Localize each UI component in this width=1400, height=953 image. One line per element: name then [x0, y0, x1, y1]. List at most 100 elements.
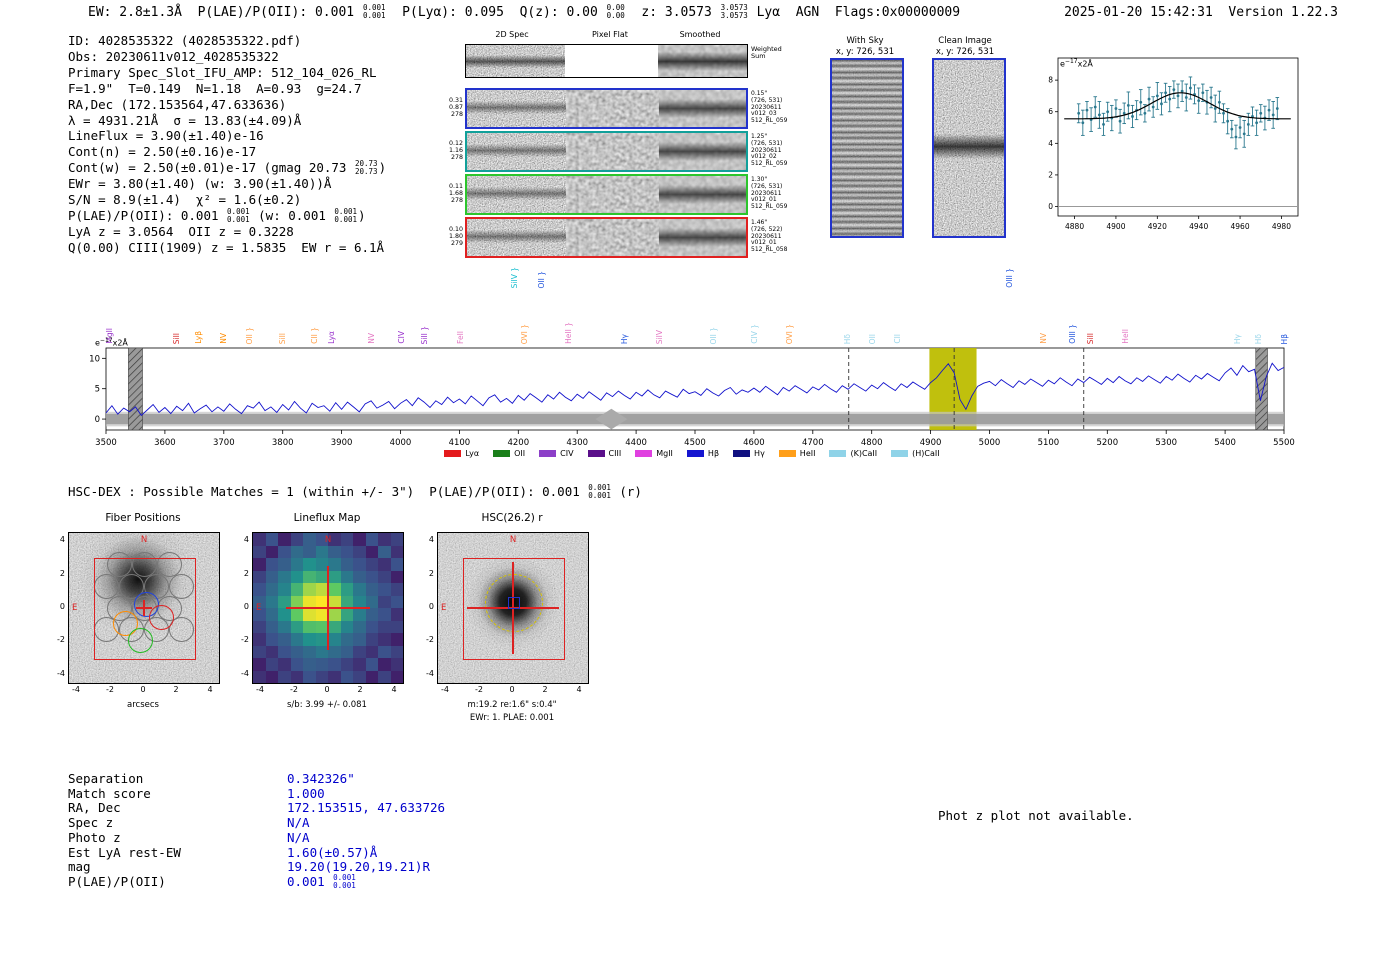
legend-swatch: [686, 450, 704, 457]
heat-cell: [390, 583, 403, 596]
heat-cell: [340, 670, 354, 683]
x-tick-label: 5500: [1273, 438, 1295, 448]
row-smoothed: [659, 90, 746, 127]
map-x-tick-label: 0: [509, 685, 515, 694]
photz-note: Phot z plot not available.: [938, 808, 1134, 823]
data-point: [1172, 88, 1176, 91]
text-token: z: 3.0573: [625, 5, 720, 21]
emission-line-label: SiIV: [655, 329, 664, 344]
heat-cell: [315, 658, 329, 671]
map-y-tick-label: 2: [59, 569, 65, 578]
line-zoom-plot: 0 2 4 6 8 4880 4900 4920 4940 4960 4980: [1048, 57, 1299, 231]
info-line: F=1.9" T=0.149 N=1.18 A=0.93 g=24.7: [68, 81, 386, 97]
heat-cell: [328, 658, 341, 671]
legend-swatch: [444, 450, 462, 457]
noise-rect: [566, 133, 659, 170]
heat-cell: [265, 620, 279, 634]
heat-cell: [390, 620, 403, 634]
map-x-tick-label: 2: [542, 685, 548, 694]
heat-cell: [365, 545, 379, 559]
y-tick-label: 5: [95, 385, 100, 395]
heat-cell: [365, 583, 379, 596]
heat-cell: [278, 558, 291, 571]
heat-cell: [303, 633, 316, 646]
fiber-positions-map: N E -4 -4 -2 -2 0 0 2 2 4 4 arcsecs: [50, 524, 236, 724]
row-2d-spec: [467, 90, 566, 127]
data-point: [1217, 100, 1221, 104]
data-point: [1226, 119, 1230, 123]
legend-item: HeII: [778, 449, 815, 458]
match-row-label: Est LyA rest-EW: [68, 844, 181, 860]
elixer-report: EW: 2.8±1.3Å P(LAE)/P(OII): 0.001 0.001 0…: [0, 0, 1400, 953]
heat-cell: [353, 620, 366, 634]
emission-line-label: HeII }: [564, 322, 573, 344]
with-sky-panel: [830, 58, 904, 238]
x-tick-label: 4940: [1189, 222, 1208, 231]
data-point: [1151, 105, 1155, 109]
data-point: [1097, 113, 1101, 117]
heat-cell: [378, 595, 391, 609]
heat-cell: [265, 670, 279, 683]
heat-cell: [278, 620, 291, 634]
heat-cell: [365, 620, 379, 634]
emission-line-label: SiII: [278, 332, 287, 344]
map-y-tick-label: -4: [57, 669, 65, 678]
x-tick-label: 4500: [684, 438, 706, 448]
x-tick-label: 5200: [1096, 438, 1118, 448]
heat-cell: [253, 558, 266, 571]
data-point: [1118, 119, 1122, 123]
lineflux-map: N E -4 -4 -2 -2 0 0 2 2 4 4 s/b: 3.99 +/- 0.081: [234, 524, 420, 724]
row-smoothed: [659, 219, 746, 256]
heat-cell: [253, 583, 266, 596]
heat-cell: [353, 658, 366, 671]
emission-line-label: CIV }: [750, 324, 759, 344]
heat-cell: [340, 558, 354, 571]
text-token: 172.153515, 47.633726: [287, 800, 446, 816]
data-point: [1155, 94, 1159, 98]
target-info-block: ID: 4028535322 (4028535322.pdf) Obs: 2023…: [68, 33, 386, 256]
emission-line-label: Hγ: [1233, 333, 1242, 344]
legend-label: MgII: [656, 449, 673, 458]
heat-cell: [340, 533, 354, 546]
heat-cell: [340, 620, 354, 634]
data-point: [1230, 127, 1234, 131]
text-token: Obs: 20230611v012_4028535322: [68, 48, 279, 64]
weighted-sum-label: Weighted Sum: [751, 45, 782, 60]
fiber-map-plot: NE: [68, 532, 220, 684]
data-point: [1147, 97, 1151, 101]
match-row-label: mag: [68, 859, 91, 875]
heat-cell: [340, 545, 354, 559]
clean-dark-band: [934, 133, 1004, 159]
stacked-number: 0.00: [606, 10, 625, 20]
zoom-plot-unit-label: e−17x2Å: [1060, 58, 1093, 69]
map-y-tick-label: 2: [243, 569, 249, 578]
y-tick-label: 4: [1048, 139, 1053, 148]
heat-cell: [378, 608, 391, 621]
match-row-value: N/A: [287, 815, 310, 831]
data-point: [1246, 122, 1250, 126]
row-fiber-stats: 0.31 0.87 278: [448, 97, 463, 118]
heat-cell: [290, 545, 304, 559]
info-line: Q(0.00) CIII(1909) z = 1.5835 EW r = 6.1…: [68, 240, 386, 256]
row-fiber-stats: 0.11 1.68 278: [448, 183, 463, 204]
heat-cell: [303, 658, 316, 671]
text-token: EW: 2.8±1.3Å P(LAE)/P(OII): 0.001: [88, 5, 362, 21]
stacked-hi-lo-value: 0.001 0.001: [333, 874, 356, 889]
weighted-smoothed: [658, 45, 747, 77]
match-row-label: P(LAE)/P(OII): [68, 873, 166, 889]
heat-cell: [290, 670, 304, 683]
text-token: HSC-DEX : Possible Matches = 1 (within +…: [68, 484, 588, 499]
heat-cell: [265, 570, 279, 584]
info-line: RA,Dec (172.153564,47.633636): [68, 97, 386, 113]
masked-region: [128, 347, 143, 431]
heat-cell: [390, 608, 403, 621]
text-token: Primary Spec_Slot_IFU_AMP: 512_104_026_R…: [68, 64, 377, 80]
heat-cell: [390, 533, 403, 546]
map-x-tick-label: 2: [173, 685, 179, 694]
heat-cell: [353, 608, 366, 621]
dark-trace-band: [659, 142, 746, 161]
legend-item: Hβ: [686, 449, 719, 458]
heat-cell: [378, 645, 391, 659]
emission-line-label: CII }: [310, 327, 319, 344]
emission-line-label: SiII: [1086, 332, 1095, 344]
